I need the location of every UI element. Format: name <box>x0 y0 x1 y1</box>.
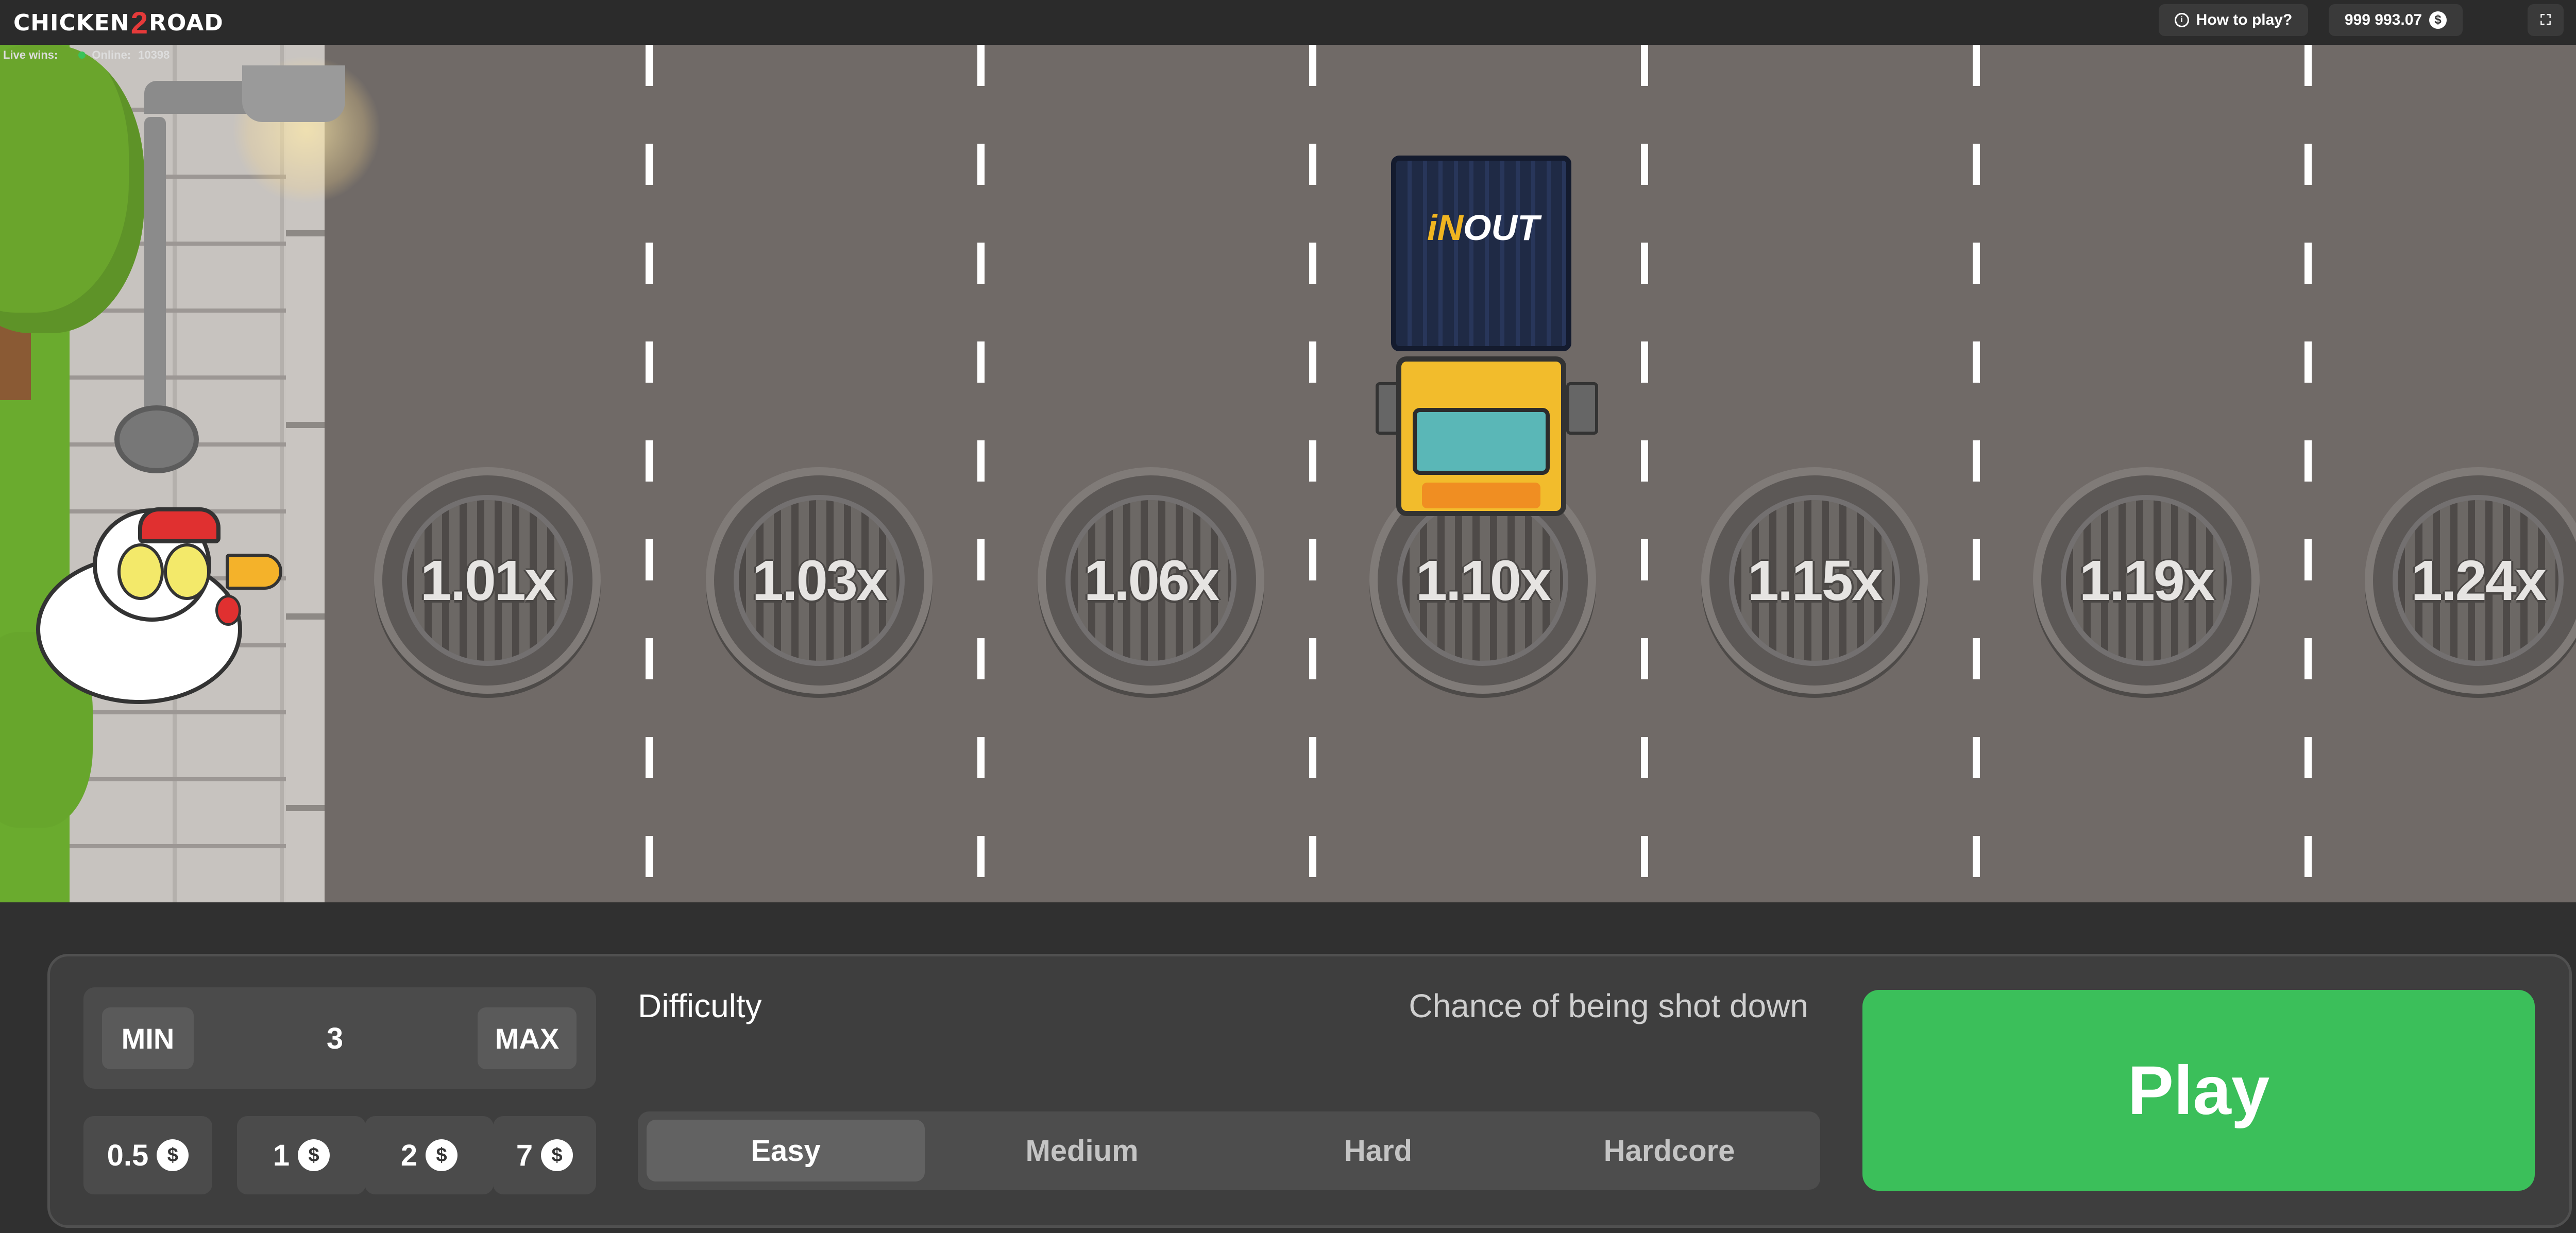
currency-icon: $ <box>541 1139 573 1171</box>
chip-amount: 2 <box>400 1138 418 1172</box>
game-road: 1.01x 1.03x 1.06x 1.10x 1.15x 1.19x 1.24… <box>0 45 2576 902</box>
bet-amount-input[interactable]: 3 <box>216 1007 453 1069</box>
truck-cab <box>1396 356 1566 516</box>
how-to-play-label: How to play? <box>2196 11 2293 28</box>
multiplier-label: 1.06x <box>1083 549 1219 612</box>
truck-logo: iNOUT <box>1427 208 1539 248</box>
truck-windshield <box>1413 408 1550 475</box>
menu-icon[interactable]: ☰ <box>2571 4 2576 36</box>
lane-divider <box>646 45 653 902</box>
lamp-head <box>242 65 345 122</box>
min-bet-button[interactable]: MIN <box>102 1007 194 1069</box>
chicken-beak <box>226 554 282 590</box>
fullscreen-icon[interactable]: ⛶ <box>2528 4 2564 36</box>
chicken-wattle <box>215 595 241 626</box>
multiplier-label: 1.03x <box>752 549 888 612</box>
currency-icon: $ <box>298 1139 330 1171</box>
truck-mirror <box>1566 382 1598 435</box>
quick-bet-chip[interactable]: 1 $ <box>237 1116 366 1194</box>
manhole-multiplier[interactable]: 1.06x <box>1038 467 1264 694</box>
how-to-play-button[interactable]: i How to play? <box>2159 4 2308 36</box>
live-stats: Live wins: Online: 10398 <box>3 48 170 62</box>
chip-amount: 7 <box>516 1138 533 1172</box>
lane-divider <box>1973 45 1980 902</box>
chicken-character <box>31 498 282 714</box>
quick-bet-chip[interactable]: 0.5 $ <box>83 1116 212 1194</box>
top-bar: CHICKEN 2 ROAD i How to play? 999 993.07… <box>0 0 2576 45</box>
play-button[interactable]: Play <box>1862 990 2535 1191</box>
chance-label: Chance of being shot down <box>1409 987 1808 1024</box>
difficulty-hardcore[interactable]: Hardcore <box>1525 1120 1814 1181</box>
manhole-multiplier[interactable]: 1.03x <box>706 467 933 694</box>
lane-divider <box>1641 45 1648 902</box>
currency-icon: $ <box>157 1139 189 1171</box>
balance-display: 999 993.07 $ <box>2329 4 2463 36</box>
chicken-head <box>93 507 282 626</box>
truck-grill <box>1422 483 1540 508</box>
logo-text-right: ROAD <box>149 9 224 36</box>
manhole-multiplier[interactable]: 1.24x <box>2365 467 2576 694</box>
online-count: 10398 <box>138 48 170 61</box>
online-label: Online: <box>92 48 131 61</box>
game-logo: CHICKEN 2 ROAD <box>13 5 224 40</box>
chicken-comb <box>138 507 221 543</box>
currency-icon: $ <box>426 1139 458 1171</box>
chicken-eye <box>164 543 210 600</box>
quick-bet-chip[interactable]: 2 $ <box>365 1116 494 1194</box>
multiplier-label: 1.10x <box>1415 549 1551 612</box>
multiplier-label: 1.15x <box>1747 549 1883 612</box>
currency-icon: $ <box>2429 11 2447 29</box>
live-wins-label: Live wins: <box>3 48 58 61</box>
multiplier-label: 1.24x <box>2411 549 2547 612</box>
logo-number: 2 <box>130 5 148 40</box>
difficulty-label: Difficulty <box>638 987 762 1024</box>
street-lamp <box>144 117 166 436</box>
difficulty-hard[interactable]: Hard <box>1234 1120 1522 1181</box>
online-dot-icon <box>78 52 86 59</box>
multiplier-label: 1.01x <box>420 549 556 612</box>
truck: iNOUT <box>1376 156 1598 526</box>
truck-trailer: iNOUT <box>1391 156 1571 351</box>
chicken-eye <box>117 543 164 600</box>
difficulty-medium[interactable]: Medium <box>938 1120 1226 1181</box>
lane-divider <box>2304 45 2312 902</box>
manhole-multiplier[interactable]: 1.01x <box>374 467 601 694</box>
chip-amount: 1 <box>273 1138 290 1172</box>
manhole-multiplier[interactable]: 1.15x <box>1701 467 1928 694</box>
chip-amount: 0.5 <box>107 1138 149 1172</box>
multiplier-label: 1.19x <box>2079 549 2215 612</box>
quick-bet-chip[interactable]: 7 $ <box>493 1116 596 1194</box>
max-bet-button[interactable]: MAX <box>478 1007 577 1069</box>
logo-text-left: CHICKEN <box>13 9 130 36</box>
tree-trunk <box>0 323 31 400</box>
manhole-multiplier[interactable]: 1.19x <box>2033 467 2260 694</box>
lane-divider <box>977 45 985 902</box>
difficulty-easy[interactable]: Easy <box>647 1120 925 1181</box>
lamp-base <box>114 405 199 473</box>
info-icon: i <box>2174 13 2189 27</box>
balance-value: 999 993.07 <box>2344 11 2422 28</box>
lane-divider <box>1309 45 1316 902</box>
